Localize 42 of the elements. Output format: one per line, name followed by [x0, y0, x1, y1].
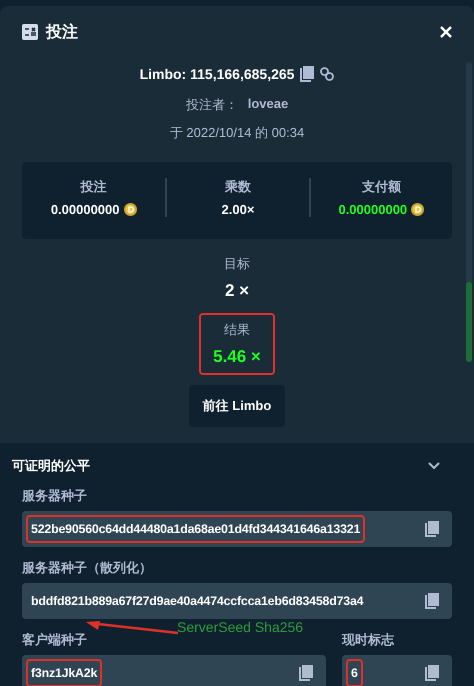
expand-toggle[interactable]: [428, 462, 440, 470]
bettor-label: 投注者：: [186, 96, 238, 114]
bet-date: 于 2022/10/14 的 00:34: [170, 124, 304, 142]
seed-field[interactable]: 6: [342, 655, 452, 686]
field-label: 服务器种子: [22, 487, 87, 505]
field-value: 6: [348, 661, 361, 685]
stat-value: 2.00×: [222, 202, 254, 217]
link-icon[interactable]: [320, 67, 334, 81]
section-title: 可证明的公平: [12, 457, 90, 475]
seed-field[interactable]: 522be90560c64dd44480a1da68ae01d4fd344341646a13321: [22, 511, 452, 547]
dialog-title: 投注: [46, 22, 79, 42]
field-label: 服务器种子（散列化）: [22, 559, 152, 577]
field-value: 522be90560c64dd44480a1da68ae01d4fd344341646a13321: [28, 517, 364, 541]
stat-label: 支付额: [362, 178, 401, 196]
stat-label: 乘数: [224, 178, 251, 196]
bet-id: Limbo: 115,166,685,265: [140, 66, 294, 82]
stat-value: 0.00000000: [50, 202, 120, 217]
bettor-name[interactable]: loveae: [248, 96, 288, 114]
scrollbar[interactable]: [466, 62, 472, 362]
go-button[interactable]: 前往 Limbo: [188, 385, 286, 427]
target-label: 目标: [224, 255, 250, 273]
copy-icon[interactable]: [299, 665, 313, 681]
field-label: 客户端种子: [22, 631, 87, 649]
field-label: 现时标志: [342, 631, 394, 649]
annotation-label: ServerSeed Sha256: [177, 619, 304, 635]
seed-field[interactable]: bddfd821b889a67f27d9ae40a4474ccfcca1eb6d83458d73a4: [22, 583, 452, 619]
chevron-icon: [428, 462, 440, 470]
seed-field[interactable]: f3nz1JkA2k: [22, 655, 326, 686]
copy-icon[interactable]: [425, 521, 439, 537]
stat-label: 投注: [80, 178, 107, 196]
close-icon: [440, 26, 452, 38]
target-value: 2 ×: [224, 281, 250, 301]
ticket-icon: [22, 24, 38, 40]
result-label: 结果: [224, 321, 250, 339]
field-value: f3nz1JkA2k: [28, 661, 100, 685]
field-value: bddfd821b889a67f27d9ae40a4474ccfcca1eb6d83458d73a4: [30, 593, 364, 610]
copy-icon[interactable]: [300, 66, 314, 82]
stat-value: 0.00000000: [338, 202, 408, 217]
copy-icon[interactable]: [425, 593, 439, 609]
copy-icon[interactable]: [425, 665, 439, 681]
result-value: 5.46 ×: [213, 347, 261, 367]
close-button[interactable]: [440, 26, 452, 38]
